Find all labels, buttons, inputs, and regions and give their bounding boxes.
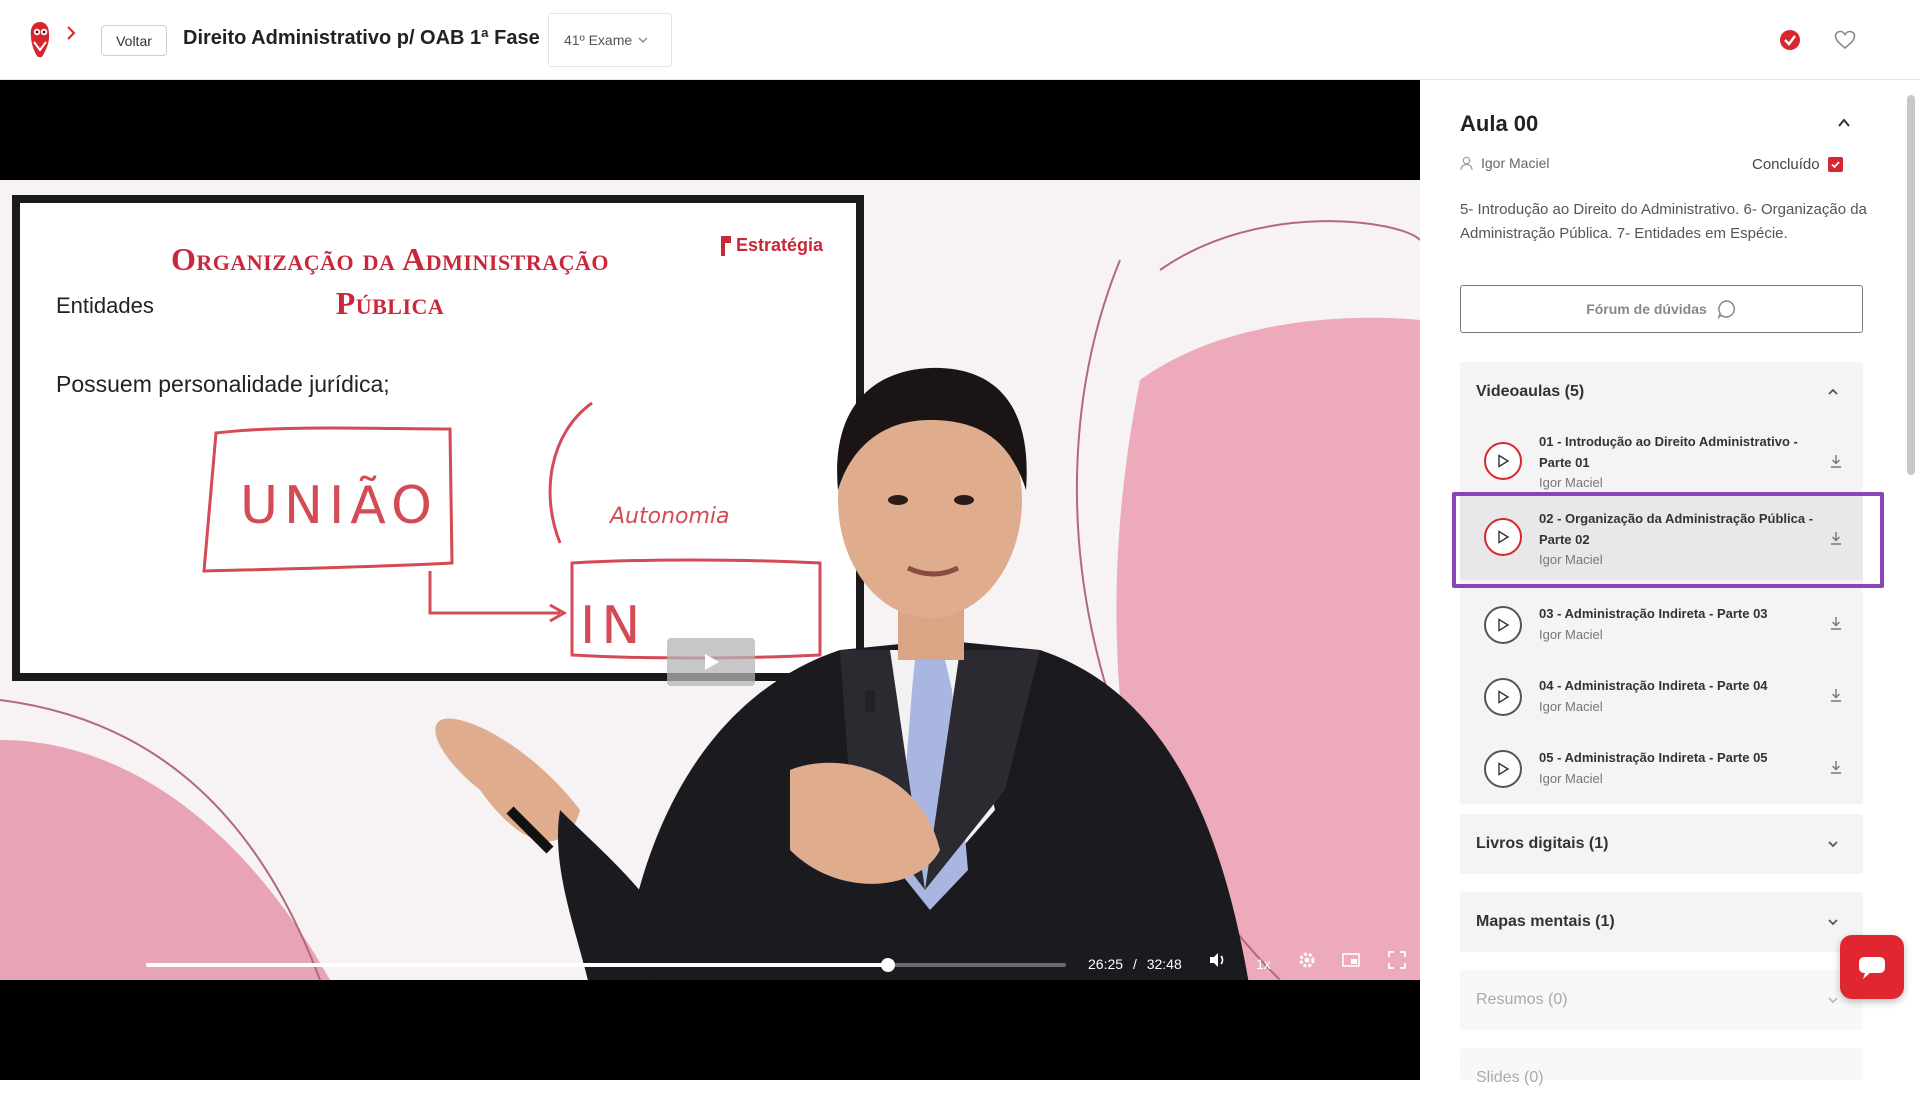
settings-gear-icon[interactable] <box>1298 951 1316 969</box>
chevron-down-icon[interactable] <box>1827 916 1839 928</box>
livros-header[interactable]: Livros digitais (1) <box>1476 814 1608 874</box>
play-circle-icon[interactable] <box>1484 518 1522 556</box>
video-item-4[interactable]: 04 - Administração Indireta - Parte 04 I… <box>1460 660 1863 732</box>
download-icon[interactable] <box>1830 688 1842 702</box>
checkmark-icon <box>1830 161 1840 169</box>
resumos-section[interactable]: Resumos (0) <box>1460 970 1863 1030</box>
exam-select-value: 41º Exame <box>564 32 633 48</box>
download-icon[interactable] <box>1830 616 1842 630</box>
chevron-down-icon <box>638 37 648 43</box>
chat-icon <box>1859 957 1885 979</box>
lesson-description: 5- Introdução ao Direito do Administrati… <box>1460 201 1867 242</box>
play-circle-icon[interactable] <box>1484 442 1522 480</box>
completed-label: Concluído <box>1752 156 1820 173</box>
video-frame: Organização da Administração Pública Est… <box>0 180 1420 980</box>
chat-button[interactable] <box>1840 935 1904 999</box>
play-icon <box>1498 762 1510 776</box>
current-time: 26:25 <box>1088 956 1124 972</box>
slides-header[interactable]: Slides (0) <box>1476 1048 1544 1108</box>
video-item-title: 05 - Administração Indireta - Parte 05 <box>1539 750 1768 765</box>
completed-checkbox[interactable] <box>1827 157 1843 172</box>
video-player[interactable]: Organização da Administração Pública Est… <box>0 80 1420 1080</box>
handwriting-box-text: UNIÃO <box>240 475 438 536</box>
video-item-2[interactable]: 02 - Organização da Administração Públic… <box>1460 496 1863 580</box>
duration: 32:48 <box>1146 956 1182 972</box>
chevron-up-icon[interactable] <box>1837 116 1851 130</box>
download-icon[interactable] <box>1830 760 1842 774</box>
volume-icon[interactable] <box>1208 951 1226 969</box>
chevron-right-icon <box>67 26 76 40</box>
exam-select[interactable]: 41º Exame <box>548 13 672 67</box>
play-circle-icon[interactable] <box>1484 750 1522 788</box>
play-circle-icon[interactable] <box>1484 678 1522 716</box>
fullscreen-icon[interactable] <box>1388 951 1406 969</box>
video-item-author: Igor Maciel <box>1539 627 1603 642</box>
video-item-author: Igor Maciel <box>1539 475 1603 490</box>
top-bar: Voltar Direito Administrativo p/ OAB 1ª … <box>0 0 1920 80</box>
heart-icon[interactable] <box>1834 30 1856 50</box>
completed-toggle[interactable]: Concluído <box>1752 156 1843 173</box>
forum-button-label: Fórum de dúvidas <box>1586 301 1707 317</box>
play-icon <box>1498 690 1510 704</box>
play-icon <box>1498 618 1510 632</box>
video-item-1[interactable]: 01 - Introdução ao Direito Administrativ… <box>1460 425 1863 493</box>
lesson-author-name: Igor Maciel <box>1481 155 1550 171</box>
video-item-author: Igor Maciel <box>1539 699 1603 714</box>
back-button[interactable]: Voltar <box>101 25 167 56</box>
progress-bar[interactable] <box>146 958 1066 972</box>
user-icon <box>1460 156 1473 170</box>
play-icon <box>1498 454 1510 468</box>
progress-fill <box>146 963 888 967</box>
video-item-author: Igor Maciel <box>1539 552 1603 567</box>
chevron-down-icon[interactable] <box>1827 994 1839 1006</box>
lesson-author: Igor Maciel <box>1460 155 1549 171</box>
playback-speed[interactable]: 1x <box>1256 956 1271 972</box>
play-circle-icon[interactable] <box>1484 606 1522 644</box>
owl-logo-icon[interactable] <box>28 20 52 58</box>
video-item-5[interactable]: 05 - Administração Indireta - Parte 05 I… <box>1460 732 1863 804</box>
picture-in-picture-icon[interactable] <box>1342 951 1360 969</box>
time-display: 26:25 / 32:48 <box>1088 956 1182 972</box>
panel-scrollbar[interactable] <box>1907 95 1915 475</box>
play-icon <box>705 654 719 670</box>
play-icon <box>1498 530 1510 544</box>
lesson-title: Aula 00 <box>1460 111 1539 136</box>
video-item-3[interactable]: 03 - Administração Indireta - Parte 03 I… <box>1460 588 1863 660</box>
livros-section[interactable]: Livros digitais (1) <box>1460 814 1863 874</box>
slides-section[interactable]: Slides (0) <box>1460 1048 1863 1086</box>
videoaulas-header[interactable]: Videoaulas (5) <box>1476 362 1584 422</box>
check-circle-icon[interactable] <box>1779 29 1801 51</box>
download-icon[interactable] <box>1830 531 1842 545</box>
presenter-figure <box>435 367 1249 980</box>
video-item-title: 04 - Administração Indireta - Parte 04 <box>1539 678 1768 693</box>
course-title: Direito Administrativo p/ OAB 1ª Fase <box>183 27 540 49</box>
mapas-section[interactable]: Mapas mentais (1) <box>1460 892 1863 952</box>
chevron-up-icon[interactable] <box>1827 386 1839 398</box>
chevron-down-icon[interactable] <box>1827 838 1839 850</box>
forum-button[interactable]: Fórum de dúvidas <box>1460 285 1863 333</box>
mapas-header[interactable]: Mapas mentais (1) <box>1476 892 1615 952</box>
download-icon[interactable] <box>1830 454 1842 468</box>
chat-bubble-icon <box>1717 300 1735 319</box>
video-item-title: 02 - Organização da Administração Públic… <box>1539 511 1814 547</box>
center-play-button[interactable] <box>667 638 755 686</box>
video-item-author: Igor Maciel <box>1539 771 1603 786</box>
time-separator: / <box>1132 956 1137 972</box>
video-item-title: 03 - Administração Indireta - Parte 03 <box>1539 606 1768 621</box>
progress-handle[interactable] <box>880 958 895 972</box>
video-item-title: 01 - Introdução ao Direito Administrativ… <box>1539 434 1798 470</box>
resumos-header[interactable]: Resumos (0) <box>1476 970 1568 1030</box>
